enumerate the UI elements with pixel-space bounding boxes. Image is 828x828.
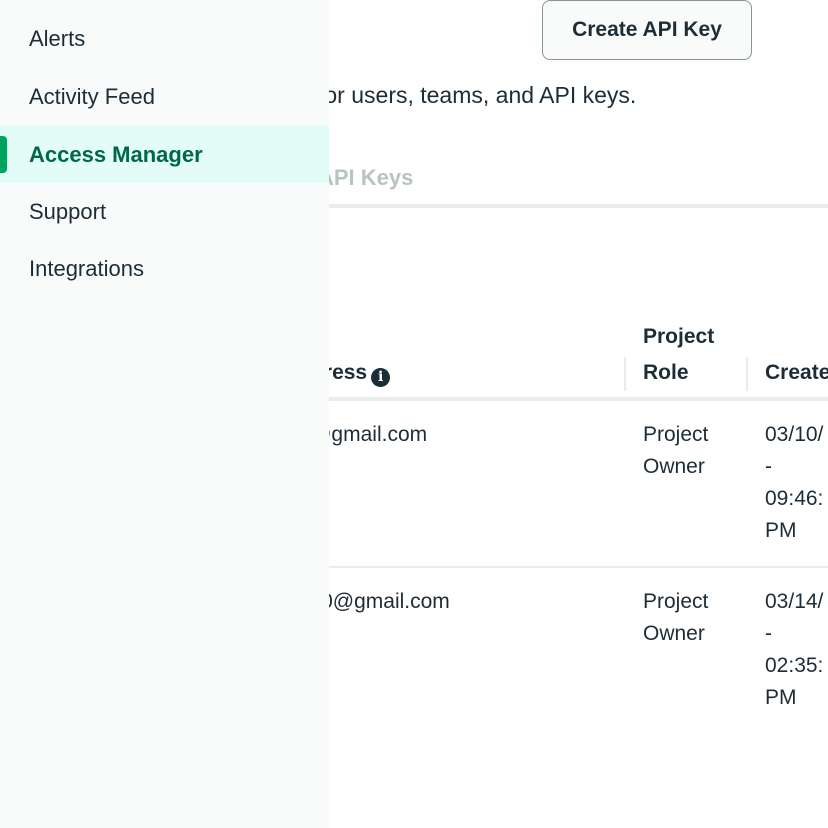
sidebar-item-label: Activity Feed — [29, 83, 155, 109]
created-ampm: PM — [765, 686, 797, 709]
table-cell-created: 03/10/ - 09:46: PM — [765, 419, 823, 547]
column-header-project-role[interactable]: Project Role — [643, 319, 714, 391]
sidebar-item-support[interactable]: Support — [0, 183, 329, 240]
tabs-underline — [318, 204, 828, 208]
sidebar-item-activity-feed[interactable]: Activity Feed — [0, 68, 329, 125]
table-cell-role: Project Owner — [643, 419, 708, 483]
sidebar-item-label: Support — [29, 198, 107, 224]
column-header-created[interactable]: Created — [765, 355, 828, 391]
create-api-key-button[interactable]: Create API Key — [542, 0, 752, 60]
created-dash: - — [765, 455, 772, 478]
active-indicator — [0, 136, 7, 173]
sidebar-item-integrations[interactable]: Integrations — [0, 240, 329, 297]
role-line1: Project — [643, 423, 709, 446]
info-icon[interactable]: i — [371, 368, 391, 387]
sidebar-item-alerts[interactable]: Alerts — [0, 10, 329, 67]
table-row-divider — [318, 566, 828, 568]
column-header-role-line1: Project — [643, 325, 715, 348]
page-description: for users, teams, and API keys. — [318, 82, 637, 108]
table-header-divider — [318, 397, 828, 401]
role-line2: Owner — [643, 622, 705, 645]
column-separator — [746, 357, 748, 391]
role-line1: Project — [643, 590, 709, 613]
sidebar-item-access-manager[interactable]: Access Manager — [0, 126, 329, 183]
column-separator — [624, 357, 626, 391]
sidebar-item-label: Alerts — [29, 25, 86, 51]
created-ampm: PM — [765, 519, 797, 542]
column-header-role-line2: Role — [643, 361, 689, 384]
created-time: 02:35: — [765, 654, 824, 677]
sidebar: Alerts Activity Feed Access Manager Supp… — [0, 0, 329, 828]
table-cell-role: Project Owner — [643, 586, 708, 650]
page: Create API Key for users, teams, and API… — [0, 0, 828, 828]
table-cell-created: 03/14/ - 02:35: PM — [765, 586, 823, 714]
created-date: 03/14/ — [765, 590, 824, 613]
created-dash: - — [765, 622, 772, 645]
created-time: 09:46: — [765, 487, 824, 510]
tab-api-keys[interactable]: API Keys — [318, 165, 413, 191]
sidebar-item-label: Integrations — [29, 255, 144, 281]
role-line2: Owner — [643, 455, 705, 478]
sidebar-item-label: Access Manager — [29, 141, 203, 167]
created-date: 03/10/ — [765, 423, 824, 446]
